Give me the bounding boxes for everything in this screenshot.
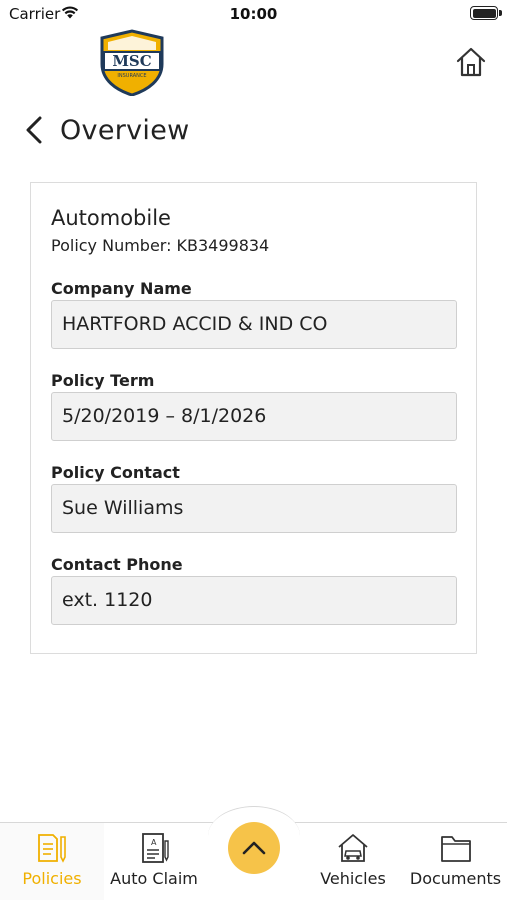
tab-auto-claim[interactable]: A Auto Claim xyxy=(104,823,204,900)
chevron-left-icon xyxy=(26,116,42,144)
documents-icon xyxy=(440,836,471,862)
policy-term-field[interactable]: 5/20/2019 – 8/1/2026 xyxy=(51,392,457,441)
policy-number-label: Policy Number: xyxy=(51,236,172,255)
policy-contact-field[interactable]: Sue Williams xyxy=(51,484,457,533)
policies-icon xyxy=(38,834,66,863)
battery-tip xyxy=(499,10,502,16)
title-row: Overview xyxy=(24,110,190,150)
tab-vehicles-label: Vehicles xyxy=(320,869,386,888)
tab-policies[interactable]: Policies xyxy=(0,823,104,900)
tab-documents[interactable]: Documents xyxy=(404,823,507,900)
msc-logo: MSC INSURANCE xyxy=(100,29,164,96)
battery-icon xyxy=(470,6,498,20)
tab-auto-claim-label: Auto Claim xyxy=(110,869,198,888)
status-bar: Carrier 10:00 xyxy=(0,0,507,28)
policy-contact-label: Policy Contact xyxy=(51,463,180,482)
tab-vehicles[interactable]: Vehicles xyxy=(306,823,400,900)
logo-subtext: INSURANCE xyxy=(117,73,146,79)
policy-number-value: KB3499834 xyxy=(176,236,270,255)
tab-policies-label: Policies xyxy=(22,869,82,888)
vehicles-icon xyxy=(338,834,368,862)
policy-card: Automobile Policy Number: KB3499834 Compa… xyxy=(30,182,477,654)
page-title: Overview xyxy=(60,114,190,146)
svg-text:A: A xyxy=(151,838,157,847)
contact-phone-field[interactable]: ext. 1120 xyxy=(51,576,457,625)
policy-type: Automobile xyxy=(51,206,171,230)
expand-button[interactable] xyxy=(228,822,280,874)
auto-claim-icon: A xyxy=(142,833,169,863)
back-button[interactable] xyxy=(24,112,46,148)
policy-number-line: Policy Number: KB3499834 xyxy=(51,236,269,255)
company-name-label: Company Name xyxy=(51,279,192,298)
clock: 10:00 xyxy=(229,5,278,23)
policy-term-label: Policy Term xyxy=(51,371,155,390)
company-name-field[interactable]: HARTFORD ACCID & IND CO xyxy=(51,300,457,349)
home-icon[interactable] xyxy=(453,44,489,80)
tab-documents-label: Documents xyxy=(409,869,502,888)
contact-phone-label: Contact Phone xyxy=(51,555,183,574)
chevron-up-icon xyxy=(242,841,266,855)
logo-text: MSC xyxy=(112,52,151,70)
